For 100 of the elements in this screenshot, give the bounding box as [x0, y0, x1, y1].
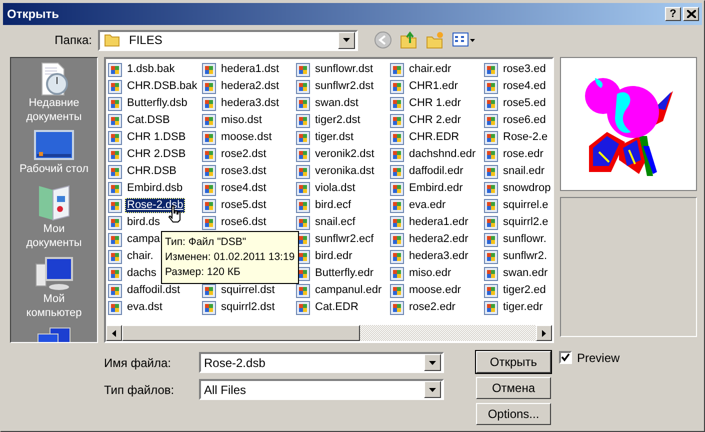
file-item[interactable]: CHR.DSB	[108, 163, 179, 180]
file-item[interactable]: squirrel.e	[484, 197, 550, 214]
file-icon	[108, 232, 122, 246]
file-item[interactable]: veronik2.dst	[296, 146, 376, 163]
file-item[interactable]: rose3.ed	[484, 61, 548, 78]
file-icon	[390, 216, 404, 230]
file-item[interactable]: miso.dst	[202, 112, 264, 129]
file-item[interactable]: sunflwr2.dst	[296, 78, 376, 95]
file-item[interactable]: campa	[108, 231, 162, 248]
file-item[interactable]: sunflwr2.	[484, 248, 550, 265]
file-item[interactable]: chair.edr	[390, 61, 454, 78]
file-item[interactable]: Cat.EDR	[296, 299, 360, 316]
file-item[interactable]: dachs	[108, 265, 158, 282]
file-item[interactable]: snail.edr	[484, 163, 547, 180]
file-item[interactable]: sunflowr.dst	[296, 61, 376, 78]
file-item[interactable]: squirrel.dst	[202, 282, 277, 299]
horizontal-scrollbar[interactable]	[106, 325, 552, 341]
file-item[interactable]: moose.edr	[390, 282, 463, 299]
close-button[interactable]	[683, 7, 699, 21]
preview-checkbox[interactable]: Preview	[559, 351, 620, 367]
file-item[interactable]: daffodil.dst	[108, 282, 182, 299]
file-item[interactable]: CHR 1.edr	[390, 95, 463, 112]
file-item[interactable]: CHR 2.DSB	[108, 146, 188, 163]
file-item[interactable]: tiger.dst	[296, 129, 356, 146]
place-item[interactable]: Мои документы	[12, 182, 96, 250]
file-item[interactable]: rose5.dst	[202, 197, 268, 214]
file-item[interactable]: rose2.dst	[202, 146, 268, 163]
file-item[interactable]: swan.edr	[484, 265, 550, 282]
file-item[interactable]: snail.ecf	[296, 214, 358, 231]
file-item[interactable]: hedera1.edr	[390, 214, 470, 231]
file-item[interactable]: CHR.EDR	[390, 129, 462, 146]
file-item[interactable]: Rose-2.e	[484, 129, 550, 146]
file-type-dropdown[interactable]: All Files	[199, 379, 444, 400]
dialog-button[interactable]: Отмена	[476, 377, 551, 399]
dialog-button[interactable]: Открыть	[476, 351, 551, 373]
folder-dropdown[interactable]: FILES	[98, 30, 358, 50]
file-icon	[484, 266, 498, 280]
file-item[interactable]: rose3.dst	[202, 163, 268, 180]
file-item[interactable]: Embird.dsb	[108, 180, 185, 197]
file-icon	[484, 232, 498, 246]
file-item[interactable]: rose6.dst	[202, 214, 268, 231]
file-item[interactable]: hedera3.edr	[390, 248, 470, 265]
file-item[interactable]: Embird.edr	[390, 180, 465, 197]
file-item[interactable]: 1.dsb.bak	[108, 61, 177, 78]
dialog-button[interactable]: Options...	[476, 403, 551, 425]
file-item[interactable]: CHR 2.edr	[390, 112, 463, 129]
file-item[interactable]: CHR 1.DSB	[108, 129, 188, 146]
help-button[interactable]: ?	[665, 7, 681, 21]
file-item[interactable]: rose5.ed	[484, 95, 548, 112]
file-item[interactable]: tiger2.dst	[296, 112, 362, 129]
file-icon	[108, 164, 122, 178]
file-item[interactable]: hedera2.dst	[202, 78, 282, 95]
computer-icon	[34, 256, 74, 292]
place-item[interactable]: Рабочий стол	[12, 130, 96, 176]
file-icon	[296, 130, 310, 144]
file-item[interactable]: eva.dst	[108, 299, 164, 316]
file-item[interactable]: miso.edr	[390, 265, 454, 282]
file-item[interactable]: chair.	[108, 248, 156, 265]
file-icon	[390, 266, 404, 280]
file-item[interactable]: hedera1.dst	[202, 61, 282, 78]
file-item[interactable]: rose4.dst	[202, 180, 268, 197]
back-icon[interactable]	[374, 31, 392, 49]
file-item[interactable]: rose6.ed	[484, 112, 548, 129]
file-item[interactable]: squirrl2.dst	[202, 299, 277, 316]
file-item[interactable]: CHR.DSB.bak	[108, 78, 200, 95]
file-item[interactable]: dachshnd.edr	[390, 146, 478, 163]
file-item[interactable]: sunflowr.	[484, 231, 548, 248]
file-item[interactable]: moose.dst	[202, 129, 274, 146]
file-item[interactable]: viola.dst	[296, 180, 358, 197]
file-item[interactable]: squirrl2.e	[484, 214, 550, 231]
file-item[interactable]: tiger2.ed	[484, 282, 548, 299]
file-item[interactable]: CHR1.edr	[390, 78, 460, 95]
file-item[interactable]: eva.edr	[390, 197, 448, 214]
file-item[interactable]: bird.ecf	[296, 197, 354, 214]
file-item[interactable]: veronika.dst	[296, 163, 376, 180]
file-item[interactable]: Butterfly.dsb	[108, 95, 190, 112]
file-icon	[108, 148, 122, 162]
file-item[interactable]: hedera2.edr	[390, 231, 470, 248]
file-item[interactable]: bird.ds	[108, 214, 162, 231]
file-icon	[296, 198, 310, 212]
file-icon	[296, 80, 310, 94]
file-item[interactable]: rose4.ed	[484, 78, 548, 95]
file-icon	[296, 216, 310, 230]
file-icon	[390, 284, 404, 298]
file-item[interactable]: campanul.edr	[296, 282, 384, 299]
place-item[interactable]: Недавние документы	[12, 62, 96, 124]
file-icon	[484, 80, 498, 94]
file-item[interactable]: hedera3.dst	[202, 95, 282, 112]
file-item[interactable]: rose.edr	[484, 146, 546, 163]
file-item[interactable]: swan.dst	[296, 95, 360, 112]
file-item[interactable]: tiger.edr	[484, 299, 545, 316]
file-item[interactable]: daffodil.edr	[390, 163, 466, 180]
file-icon	[484, 198, 498, 212]
place-item[interactable]: Мой компьютер	[12, 256, 96, 320]
file-item[interactable]: snowdrop	[484, 180, 552, 197]
view-menu-icon[interactable]	[452, 31, 476, 49]
file-icon	[390, 250, 404, 264]
file-name-field[interactable]: Rose-2.dsb	[199, 352, 444, 373]
file-item[interactable]: rose2.edr	[390, 299, 458, 316]
file-item[interactable]: Cat.DSB	[108, 112, 172, 129]
